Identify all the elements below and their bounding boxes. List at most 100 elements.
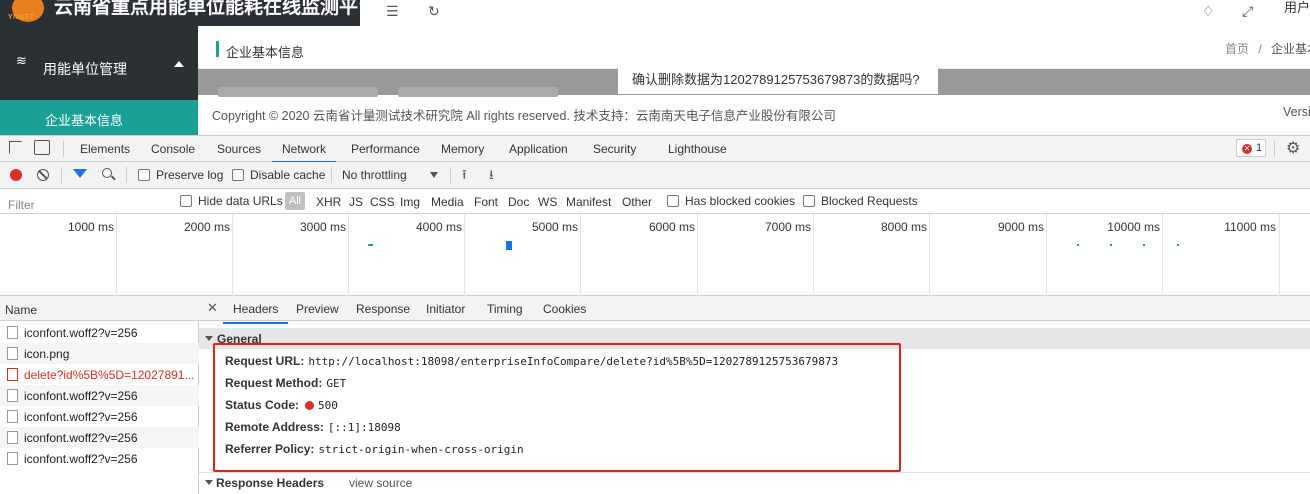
- network-overview-timeline[interactable]: 1000 ms 2000 ms 3000 ms 4000 ms 5000 ms …: [0, 214, 1310, 296]
- request-name: iconfont.woff2?v=256: [24, 431, 138, 445]
- filter-type-other[interactable]: Other: [622, 195, 652, 209]
- tab-preview[interactable]: Preview: [296, 302, 339, 316]
- filter-type-css[interactable]: CSS: [370, 195, 395, 209]
- breadcrumb-home[interactable]: 首页: [1225, 42, 1249, 56]
- blocked-requests-checkbox[interactable]: [803, 195, 815, 207]
- menu-fold-icon[interactable]: ☰: [386, 3, 399, 20]
- preserve-log-checkbox[interactable]: [138, 169, 150, 181]
- has-blocked-cookies-label: Has blocked cookies: [685, 194, 796, 208]
- gear-icon[interactable]: ⚙: [1286, 138, 1300, 158]
- import-har-icon[interactable]: ⭱: [462, 166, 467, 188]
- refresh-icon[interactable]: ↻: [428, 3, 440, 20]
- timeline-label: 8000 ms: [880, 220, 927, 234]
- request-details: ✕ Headers Preview Response Initiator Tim…: [199, 296, 1310, 494]
- header-value: http://localhost:18098/enterpriseInfoCom…: [308, 355, 839, 368]
- fullscreen-icon[interactable]: ⤢: [1242, 3, 1253, 20]
- column-header-name[interactable]: Name: [0, 296, 199, 321]
- filter-bar: Filter Hide data URLs All XHR JS CSS Img…: [0, 189, 1310, 214]
- filter-type-media[interactable]: Media: [431, 195, 464, 209]
- confirm-dialog: 确认删除数据为1202789125753679873的数据吗?: [618, 66, 938, 94]
- clear-button[interactable]: [37, 169, 49, 181]
- timeline-request-mark: [506, 241, 512, 250]
- page-header: 企业基本信息 首页 / 企业基本信: [198, 26, 1310, 69]
- tab-cookies[interactable]: Cookies: [543, 302, 586, 316]
- inspect-element-icon[interactable]: [9, 141, 22, 154]
- layers-icon: ≋: [16, 53, 27, 68]
- request-row[interactable]: iconfont.woff2?v=256: [0, 385, 199, 406]
- user-menu[interactable]: 用户: [1284, 0, 1310, 16]
- request-row[interactable]: iconfont.woff2?v=256: [0, 427, 199, 448]
- request-row[interactable]: iconfont.woff2?v=256: [0, 448, 199, 469]
- tab-performance[interactable]: Performance: [351, 142, 420, 156]
- view-source-link[interactable]: view source: [349, 476, 412, 490]
- file-icon: [7, 410, 18, 423]
- tab-sources[interactable]: Sources: [217, 142, 261, 156]
- close-icon[interactable]: ✕: [207, 300, 218, 316]
- request-row[interactable]: icon.png: [0, 343, 199, 364]
- sidebar-group-unit-management[interactable]: ≋ 用能单位管理: [0, 41, 198, 93]
- tab-timing[interactable]: Timing: [487, 302, 523, 316]
- request-row-error[interactable]: delete?id%5B%5D=12027891...: [0, 364, 199, 385]
- request-name: iconfont.woff2?v=256: [24, 410, 138, 424]
- filter-placeholder: Filter: [8, 198, 35, 212]
- bell-icon[interactable]: ♢: [1202, 3, 1215, 20]
- header-key: Request URL:: [225, 354, 305, 368]
- file-icon: [7, 389, 18, 402]
- filter-type-manifest[interactable]: Manifest: [566, 195, 611, 209]
- error-counter[interactable]: ✕ 1: [1236, 139, 1266, 157]
- throttling-select[interactable]: No throttling: [342, 168, 407, 182]
- tab-console[interactable]: Console: [151, 142, 195, 156]
- export-har-icon[interactable]: ⭳: [489, 166, 494, 188]
- tab-elements[interactable]: Elements: [80, 142, 130, 156]
- timeline-gridline: [697, 214, 698, 296]
- has-blocked-cookies-checkbox[interactable]: [667, 195, 679, 207]
- chevron-down-icon[interactable]: [430, 172, 438, 178]
- blocked-requests-label: Blocked Requests: [821, 194, 918, 208]
- filter-type-doc[interactable]: Doc: [508, 195, 529, 209]
- tab-lighthouse[interactable]: Lighthouse: [668, 142, 727, 156]
- triangle-down-icon: [205, 336, 213, 341]
- device-toolbar-icon[interactable]: [34, 140, 50, 155]
- timeline-label: 2000 ms: [183, 220, 230, 234]
- request-row[interactable]: iconfont.woff2?v=256: [0, 322, 199, 343]
- filter-icon[interactable]: [73, 169, 87, 178]
- timeline-label: 9000 ms: [997, 220, 1044, 234]
- tab-memory[interactable]: Memory: [441, 142, 484, 156]
- tab-application[interactable]: Application: [509, 142, 568, 156]
- record-button[interactable]: [10, 169, 22, 181]
- timeline-request-mark: [1077, 244, 1079, 246]
- response-headers-section-header[interactable]: Response Headers view source: [199, 472, 1310, 494]
- filter-type-ws[interactable]: WS: [538, 195, 557, 209]
- disable-cache-checkbox[interactable]: [232, 169, 244, 181]
- timeline-gridline: [1046, 214, 1047, 296]
- hide-data-urls-checkbox[interactable]: [180, 195, 192, 207]
- tab-response[interactable]: Response: [356, 302, 410, 316]
- filter-input[interactable]: Filter: [3, 192, 167, 212]
- request-row[interactable]: iconfont.woff2?v=256: [0, 406, 199, 427]
- status-error-icon: [305, 401, 315, 410]
- title-marker: [216, 41, 219, 57]
- filter-type-xhr[interactable]: XHR: [316, 195, 341, 209]
- tab-network[interactable]: Network: [272, 142, 337, 163]
- file-icon: [7, 368, 18, 381]
- search-field-dimmed: [218, 87, 378, 97]
- tab-headers[interactable]: Headers: [223, 302, 289, 324]
- filter-type-img[interactable]: Img: [400, 195, 420, 209]
- page-title: 企业基本信息: [226, 45, 305, 60]
- sidebar-group-label: 用能单位管理: [43, 61, 127, 77]
- filter-type-js[interactable]: JS: [349, 195, 363, 209]
- header-value: [::1]:18098: [327, 421, 401, 434]
- sidebar: ≋ 用能单位管理 企业基本信息: [0, 26, 198, 135]
- search-icon[interactable]: [102, 168, 112, 178]
- tab-initiator[interactable]: Initiator: [426, 302, 465, 316]
- request-name: iconfont.woff2?v=256: [24, 389, 138, 403]
- triangle-down-icon: [205, 480, 213, 485]
- preserve-log-label: Preserve log: [156, 168, 224, 182]
- request-name: delete?id%5B%5D=12027891...: [24, 368, 195, 382]
- filter-type-all[interactable]: All: [285, 192, 305, 210]
- tab-security[interactable]: Security: [593, 142, 636, 156]
- timeline-gridline: [116, 214, 117, 296]
- header-key: Referrer Policy:: [225, 442, 315, 456]
- sidebar-item-enterprise-info[interactable]: 企业基本信息: [0, 100, 198, 135]
- filter-type-font[interactable]: Font: [474, 195, 498, 209]
